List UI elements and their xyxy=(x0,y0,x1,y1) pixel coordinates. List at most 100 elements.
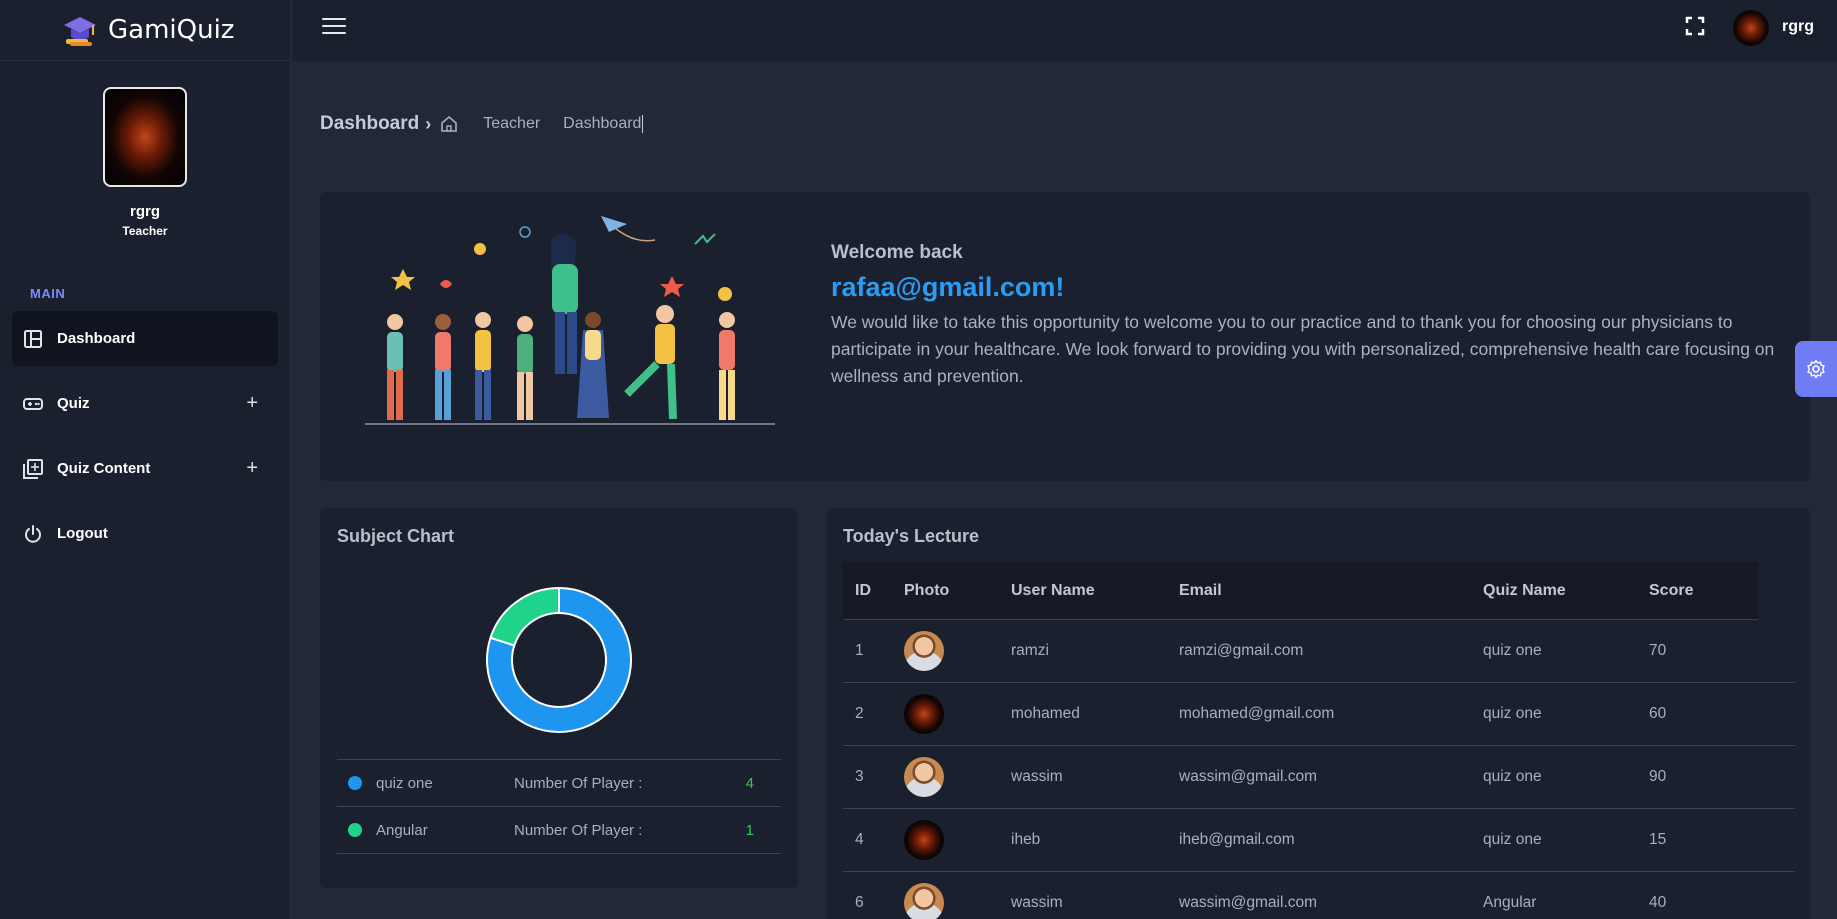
chevron-right-icon: › xyxy=(425,113,432,134)
cell-email: iheb@gmail.com xyxy=(1179,831,1295,848)
cell-username: wassim xyxy=(1011,768,1063,785)
column-header-email[interactable]: Email xyxy=(1179,582,1483,600)
fullscreen-icon[interactable] xyxy=(1685,16,1705,36)
home-icon[interactable] xyxy=(439,114,459,134)
sidebar-item-logout[interactable]: Logout xyxy=(12,506,278,561)
user-photo xyxy=(904,757,944,797)
cell-score: 40 xyxy=(1649,894,1667,911)
sidebar-item-label: Logout xyxy=(57,525,108,542)
graduation-cap-icon xyxy=(64,17,96,46)
profile-role: Teacher xyxy=(122,224,168,238)
library-icon xyxy=(23,458,43,479)
sidebar-item-dashboard[interactable]: Dashboard xyxy=(12,311,278,366)
breadcrumb-link-teacher[interactable]: Teacher xyxy=(483,115,540,133)
cell-id: 3 xyxy=(855,768,864,785)
legend-label: Number Of Player : xyxy=(514,821,643,839)
cell-score: 15 xyxy=(1649,831,1667,848)
cell-username: mohamed xyxy=(1011,705,1080,722)
cell-email: mohamed@gmail.com xyxy=(1179,705,1335,722)
lecture-table: ID Photo User Name Email Quiz Name Score… xyxy=(843,562,1795,919)
sidebar-item-quiz[interactable]: Quiz + xyxy=(12,376,278,431)
legend-item: quiz one Number Of Player : 4 xyxy=(337,760,781,807)
cell-quiz-name: quiz one xyxy=(1483,831,1542,848)
user-photo xyxy=(904,820,944,860)
subject-chart-title: Subject Chart xyxy=(337,526,455,546)
expand-plus-icon[interactable]: + xyxy=(246,392,258,415)
cell-photo xyxy=(904,757,1011,797)
table-row[interactable]: 3 wassim wassim@gmail.com quiz one 90 xyxy=(843,746,1795,809)
donut-slice-angular[interactable] xyxy=(489,586,560,647)
table-row[interactable]: 2 mohamed mohamed@gmail.com quiz one 60 xyxy=(843,683,1795,746)
user-name[interactable]: rgrg xyxy=(1782,18,1814,36)
legend-label: Number Of Player : xyxy=(514,774,643,792)
profile-name: rgrg xyxy=(130,203,160,220)
welcome-message: We would like to take this opportunity t… xyxy=(831,312,1775,386)
column-header-score[interactable]: Score xyxy=(1649,582,1749,600)
breadcrumb: Dashboard › Teacher Dashboard xyxy=(320,113,644,135)
table-header: ID Photo User Name Email Quiz Name Score xyxy=(843,562,1758,620)
cell-email: wassim@gmail.com xyxy=(1179,768,1318,785)
table-row[interactable]: 6 wassim wassim@gmail.com Angular 40 xyxy=(843,872,1795,919)
cell-score: 90 xyxy=(1649,768,1667,785)
brand[interactable]: GamiQuiz xyxy=(0,0,290,61)
subject-chart-card: Subject Chart quiz one Number Of Player … xyxy=(320,508,798,888)
lecture-card: Today's Lecture ID Photo User Name Email… xyxy=(826,508,1810,919)
column-header-photo[interactable]: Photo xyxy=(904,582,1011,600)
cell-quiz-name: quiz one xyxy=(1483,705,1542,722)
user-avatar[interactable] xyxy=(1733,10,1769,46)
nav-section-title: MAIN xyxy=(30,286,66,301)
chart-legend: quiz one Number Of Player : 4 Angular Nu… xyxy=(337,759,781,854)
welcome-text: Welcome back rafaa@gmail.com! We would l… xyxy=(831,242,1780,390)
settings-toggle[interactable] xyxy=(1795,341,1837,397)
gear-icon xyxy=(1807,359,1825,379)
power-icon xyxy=(23,524,43,544)
profile-avatar[interactable] xyxy=(103,87,187,187)
welcome-email: rafaa@gmail.com! xyxy=(831,272,1065,302)
legend-value: 4 xyxy=(745,774,754,792)
donut-chart xyxy=(486,586,632,733)
cell-id: 1 xyxy=(855,642,864,659)
sidebar-item-label: Quiz Content xyxy=(57,460,151,477)
table-row[interactable]: 1 ramzi ramzi@gmail.com quiz one 70 xyxy=(843,620,1795,683)
lecture-title: Today's Lecture xyxy=(843,526,979,546)
cell-quiz-name: quiz one xyxy=(1483,642,1542,659)
topbar: rgrg xyxy=(292,0,1837,61)
sidebar-item-label: Quiz xyxy=(57,395,90,412)
cell-username: wassim xyxy=(1011,894,1063,911)
cell-score: 60 xyxy=(1649,705,1667,722)
cell-photo xyxy=(904,820,1011,860)
sidebar-item-quiz-content[interactable]: Quiz Content + xyxy=(12,441,278,496)
dashboard-icon xyxy=(23,329,43,349)
legend-item: Angular Number Of Player : 1 xyxy=(337,807,781,854)
profile: rgrg Teacher xyxy=(0,87,290,238)
legend-value: 1 xyxy=(745,821,754,839)
user-photo xyxy=(904,694,944,734)
cell-photo xyxy=(904,694,1011,734)
cell-username: ramzi xyxy=(1011,642,1049,659)
cell-quiz-name: quiz one xyxy=(1483,768,1542,785)
cell-email: wassim@gmail.com xyxy=(1179,894,1318,911)
column-header-username[interactable]: User Name xyxy=(1011,582,1179,600)
cell-id: 6 xyxy=(855,894,864,911)
cell-photo xyxy=(904,631,1011,671)
expand-plus-icon[interactable]: + xyxy=(246,457,258,480)
table-row[interactable]: 4 iheb iheb@gmail.com quiz one 15 xyxy=(843,809,1795,872)
brand-name: GamiQuiz xyxy=(108,15,235,45)
column-header-quiz-name[interactable]: Quiz Name xyxy=(1483,582,1649,600)
welcome-card: Welcome back rafaa@gmail.com! We would l… xyxy=(320,192,1810,481)
menu-toggle-icon[interactable] xyxy=(322,18,346,36)
cell-quiz-name: Angular xyxy=(1483,894,1537,911)
breadcrumb-current: Dashboard xyxy=(563,115,644,133)
page-title: Dashboard xyxy=(320,113,420,134)
cell-id: 2 xyxy=(855,705,864,722)
gamepad-icon xyxy=(23,394,43,414)
legend-dot-green xyxy=(348,823,362,837)
legend-dot-blue xyxy=(348,776,362,790)
cell-email: ramzi@gmail.com xyxy=(1179,642,1304,659)
sidebar: GamiQuiz rgrg Teacher MAIN Dashboard Qui… xyxy=(0,0,291,919)
sidebar-nav: Dashboard Quiz + Quiz Content + Logout xyxy=(0,311,290,561)
cell-id: 4 xyxy=(855,831,864,848)
sidebar-item-label: Dashboard xyxy=(57,330,136,347)
cell-username: iheb xyxy=(1011,831,1041,848)
column-header-id[interactable]: ID xyxy=(843,582,904,600)
